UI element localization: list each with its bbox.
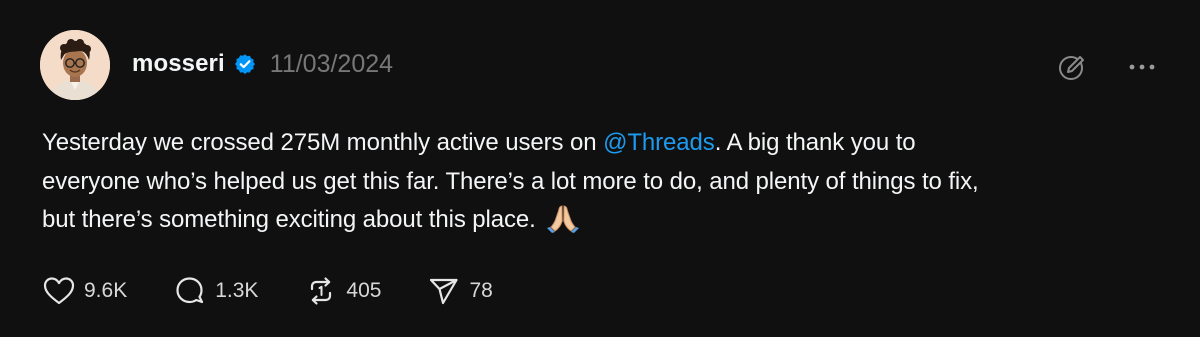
post-text: Yesterday we crossed 275M monthly active… bbox=[42, 124, 1162, 240]
share-count: 78 bbox=[469, 279, 493, 302]
more-options-button[interactable] bbox=[1124, 50, 1160, 84]
avatar-image bbox=[40, 30, 110, 100]
username[interactable]: mosseri bbox=[132, 50, 225, 78]
avatar[interactable] bbox=[40, 30, 110, 100]
post-text-line-2: everyone who’s helped us get this far. T… bbox=[42, 167, 979, 195]
send-icon bbox=[430, 278, 459, 305]
edit-button[interactable] bbox=[1054, 50, 1090, 84]
like-count: 9.6K bbox=[84, 279, 128, 302]
reply-button[interactable]: 1.3K bbox=[173, 275, 258, 307]
like-button[interactable]: 9.6K bbox=[42, 275, 127, 307]
share-button[interactable]: 78 bbox=[427, 275, 493, 307]
reply-count: 1.3K bbox=[215, 279, 259, 302]
repost-count: 405 bbox=[346, 279, 382, 302]
post-text-line-1: Yesterday we crossed 275M monthly active… bbox=[42, 124, 1162, 163]
post-header: mosseri 11/03/2024 bbox=[132, 46, 393, 82]
edit-icon bbox=[1059, 56, 1084, 80]
post-text-line-3: but there’s something exciting about thi… bbox=[42, 201, 1162, 240]
repost-button[interactable]: 405 bbox=[304, 275, 381, 307]
verified-badge-icon bbox=[234, 53, 256, 75]
threads-post: mosseri 11/03/2024 Yesterday we crossed … bbox=[0, 0, 1200, 337]
repost-icon bbox=[311, 277, 332, 305]
heart-icon bbox=[43, 277, 75, 305]
folded-hands-emoji-icon bbox=[546, 203, 580, 233]
mention-link[interactable]: @Threads bbox=[603, 129, 715, 156]
post-top-actions bbox=[1054, 50, 1160, 84]
post-text-segment: Yesterday we crossed 275M monthly active… bbox=[42, 129, 604, 156]
comment-icon bbox=[176, 277, 204, 304]
post-text-segment: but there’s something exciting about thi… bbox=[42, 206, 536, 233]
post-actions-bar: 9.6K 1.3K 405 78 bbox=[42, 274, 539, 308]
post-text-segment: . A big thank you to bbox=[714, 129, 916, 156]
post-date[interactable]: 11/03/2024 bbox=[270, 50, 393, 79]
more-icon bbox=[1129, 64, 1155, 70]
